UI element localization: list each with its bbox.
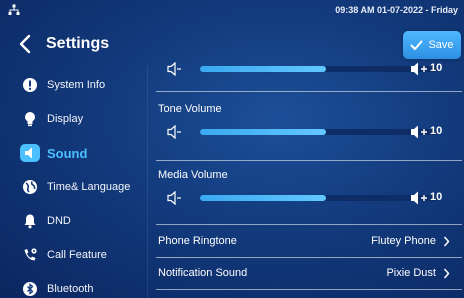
phone-ringtone-value: Flutey Phone xyxy=(371,235,436,247)
sidebar-item-dnd[interactable]: DND xyxy=(0,204,146,238)
partial-volume-row: 10 xyxy=(148,58,460,92)
volume-value: 10 xyxy=(430,62,443,74)
back-arrow-icon[interactable] xyxy=(18,34,32,54)
row-divider xyxy=(156,91,462,92)
checkmark-icon xyxy=(410,40,423,50)
volume-high-icon[interactable] xyxy=(410,191,430,205)
info-icon xyxy=(23,78,37,92)
sidebar-item-label: Time& Language xyxy=(47,181,131,193)
notification-sound-value: Pixie Dust xyxy=(386,267,436,279)
status-bar: 09:38 AM 01-07-2022 - Friday xyxy=(0,0,464,22)
notification-sound-label: Notification Sound xyxy=(158,267,248,279)
volume-slider-fill xyxy=(200,195,327,201)
sidebar-item-label: Call Feature xyxy=(47,249,107,261)
notification-sound-row[interactable]: Notification Sound Pixie Dust xyxy=(148,258,460,288)
sidebar-item-bluetooth[interactable]: Bluetooth xyxy=(0,272,146,298)
volume-slider[interactable] xyxy=(200,66,438,72)
volume-low-icon[interactable] xyxy=(166,191,182,205)
media-volume-row: Media Volume 10 xyxy=(148,164,460,220)
volume-high-icon[interactable] xyxy=(410,125,430,139)
volume-high-icon[interactable] xyxy=(410,62,430,76)
sound-settings-panel: 10 Tone Volume 10 Media Volume 10 Phone … xyxy=(148,58,464,298)
row-divider xyxy=(156,160,462,161)
chevron-right-icon xyxy=(443,268,450,279)
bluetooth-icon xyxy=(23,282,37,296)
sidebar-item-label: Bluetooth xyxy=(47,283,94,295)
media-volume-value: 10 xyxy=(430,191,443,203)
sidebar-item-label: System Info xyxy=(47,79,106,91)
bulb-icon xyxy=(25,112,35,127)
status-datetime: 09:38 AM 01-07-2022 - Friday xyxy=(335,5,458,15)
sidebar-item-sound[interactable]: Sound xyxy=(0,136,146,170)
page-title: Settings xyxy=(46,35,110,52)
sidebar: System Info Display Sound Time& Language xyxy=(0,66,146,298)
tone-volume-row: Tone Volume 10 xyxy=(148,98,460,154)
tone-volume-slider[interactable] xyxy=(200,129,438,135)
save-button[interactable]: Save xyxy=(403,31,461,59)
volume-slider-fill xyxy=(200,129,327,135)
sidebar-item-label: Sound xyxy=(47,145,88,161)
sidebar-item-label: DND xyxy=(47,215,71,227)
speaker-icon xyxy=(25,147,32,159)
phone-ringtone-row[interactable]: Phone Ringtone Flutey Phone xyxy=(148,226,460,256)
tone-volume-title: Tone Volume xyxy=(158,103,222,115)
volume-slider-fill xyxy=(200,66,327,72)
sidebar-item-call-feature[interactable]: Call Feature xyxy=(0,238,146,272)
volume-low-icon[interactable] xyxy=(166,62,182,76)
media-volume-title: Media Volume xyxy=(158,169,228,181)
save-button-label: Save xyxy=(428,39,454,51)
globe-icon xyxy=(23,180,37,194)
sidebar-item-display[interactable]: Display xyxy=(0,102,146,136)
phone-ringtone-label: Phone Ringtone xyxy=(158,235,237,247)
row-divider xyxy=(156,224,462,225)
chevron-right-icon xyxy=(443,236,450,247)
network-icon xyxy=(8,4,20,15)
sidebar-item-time-language[interactable]: Time& Language xyxy=(0,170,146,204)
media-volume-slider[interactable] xyxy=(200,195,438,201)
sidebar-item-system-info[interactable]: System Info xyxy=(0,68,146,102)
tone-volume-value: 10 xyxy=(430,125,443,137)
bell-icon xyxy=(24,214,36,229)
sidebar-item-label: Display xyxy=(47,113,84,125)
volume-low-icon[interactable] xyxy=(166,125,182,139)
settings-screen: 09:38 AM 01-07-2022 - Friday Settings Sa… xyxy=(0,0,464,298)
row-divider xyxy=(156,289,462,290)
phone-gear-icon xyxy=(24,248,37,261)
